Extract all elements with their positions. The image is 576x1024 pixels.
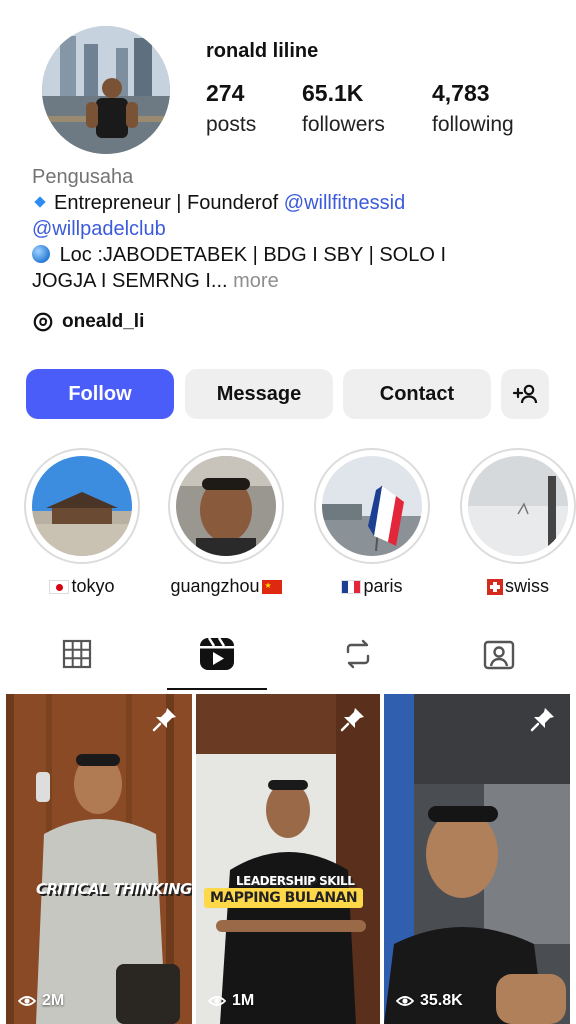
repost-icon (346, 639, 370, 669)
reel-3-thumbnail (384, 694, 570, 1024)
threads-handle: oneald_li (62, 311, 145, 332)
posts-count: 274 (206, 80, 245, 106)
tab-reels[interactable] (187, 628, 247, 680)
pin-icon (152, 708, 176, 732)
bio-location-text: Loc :JABODETABEK | BDG I SBY | SOLO I (59, 244, 447, 266)
pin-icon (340, 708, 364, 732)
highlight-paris-image (322, 456, 422, 556)
stat-posts[interactable]: 274 posts (206, 80, 256, 137)
bio-line-location: Loc :JABODETABEK | BDG I SBY | SOLO I (32, 242, 552, 268)
reel-tile-1[interactable]: CRITICAL THINKING 2M (6, 694, 192, 1024)
followers-count: 65.1K (302, 80, 364, 106)
highlight-swiss-image (468, 456, 568, 556)
highlight-paris-label: paris (363, 576, 403, 596)
threads-link[interactable]: oneald_li (32, 311, 144, 333)
eye-icon (208, 996, 226, 1006)
posts-label: posts (206, 113, 257, 136)
reel-3-views: 35.8K (396, 992, 463, 1010)
highlight-tokyo-label: tokyo (71, 576, 115, 596)
tagged-icon (483, 640, 515, 670)
china-flag-icon: ★ (261, 579, 282, 594)
bio-more-link[interactable]: more (228, 270, 279, 292)
reel-3-view-count: 35.8K (420, 992, 463, 1009)
highlight-paris[interactable]: paris (314, 448, 430, 597)
eye-icon (396, 996, 414, 1006)
pin-icon (530, 708, 554, 732)
highlight-tokyo[interactable]: tokyo (24, 448, 140, 597)
mention-willpadelclub[interactable]: @willpadelclub (32, 218, 166, 240)
reel-1-thumbnail (6, 694, 192, 1024)
mention-willfitnessid[interactable]: @willfitnessid (284, 192, 405, 214)
bio-line-founder: Entrepreneur | Founderof @willfitnessid (32, 190, 552, 216)
bio-founder-text: Entrepreneur | Founderof (54, 192, 284, 214)
profile-username: ronald liline (206, 40, 319, 62)
stat-following[interactable]: 4,783 following (432, 80, 514, 137)
japan-flag-icon (49, 579, 70, 594)
highlight-swiss-label: swiss (505, 576, 549, 596)
france-flag-icon (341, 579, 362, 594)
suggest-people-button[interactable] (501, 369, 549, 419)
contact-button[interactable]: Contact (343, 369, 491, 419)
globe-icon (32, 245, 50, 263)
highlight-guangzhou-image (176, 456, 276, 556)
reel-tile-3[interactable]: 35.8K (384, 694, 570, 1024)
reel-tile-2[interactable]: LEADERSHIP SKILL MAPPING BULANAN 1M (196, 694, 380, 1024)
reel-2-views: 1M (208, 992, 254, 1010)
reel-2-overlay-bottom: MAPPING BULANAN (204, 888, 364, 908)
profile-category: Pengusaha (32, 166, 134, 188)
reel-1-view-count: 2M (42, 992, 65, 1009)
blue-diamond-icon (34, 196, 46, 208)
highlight-tokyo-image (32, 456, 132, 556)
bio-location-cont: JOGJA I SEMRNG I... (32, 270, 228, 292)
grid-icon (62, 639, 92, 669)
reel-1-views: 2M (18, 992, 64, 1010)
threads-icon (33, 312, 53, 332)
tab-reposts[interactable] (328, 628, 388, 680)
stat-followers[interactable]: 65.1K followers (302, 80, 385, 137)
tab-posts-grid[interactable] (47, 628, 107, 680)
highlight-guangzhou[interactable]: guangzhou ★ (168, 448, 284, 597)
highlight-swiss[interactable]: swiss (460, 448, 576, 597)
reel-2-view-count: 1M (232, 992, 255, 1009)
active-tab-indicator (167, 688, 267, 690)
reel-1-overlay-text: CRITICAL THINKING (36, 880, 192, 898)
followers-label: followers (302, 113, 385, 136)
reels-icon (200, 637, 234, 670)
tab-tagged[interactable] (469, 628, 529, 680)
highlight-guangzhou-label: guangzhou (170, 576, 260, 596)
eye-icon (18, 996, 36, 1006)
profile-bio: Pengusaha Entrepreneur | Founderof @will… (32, 164, 552, 294)
following-count: 4,783 (432, 80, 490, 106)
profile-avatar[interactable] (42, 26, 170, 154)
switzerland-flag-icon (487, 578, 503, 595)
add-person-icon (512, 384, 538, 404)
following-label: following (432, 113, 514, 136)
follow-button[interactable]: Follow (26, 369, 174, 419)
reel-2-overlay-top: LEADERSHIP SKILL (236, 874, 355, 888)
message-button[interactable]: Message (185, 369, 333, 419)
reel-2-thumbnail (196, 694, 380, 1024)
